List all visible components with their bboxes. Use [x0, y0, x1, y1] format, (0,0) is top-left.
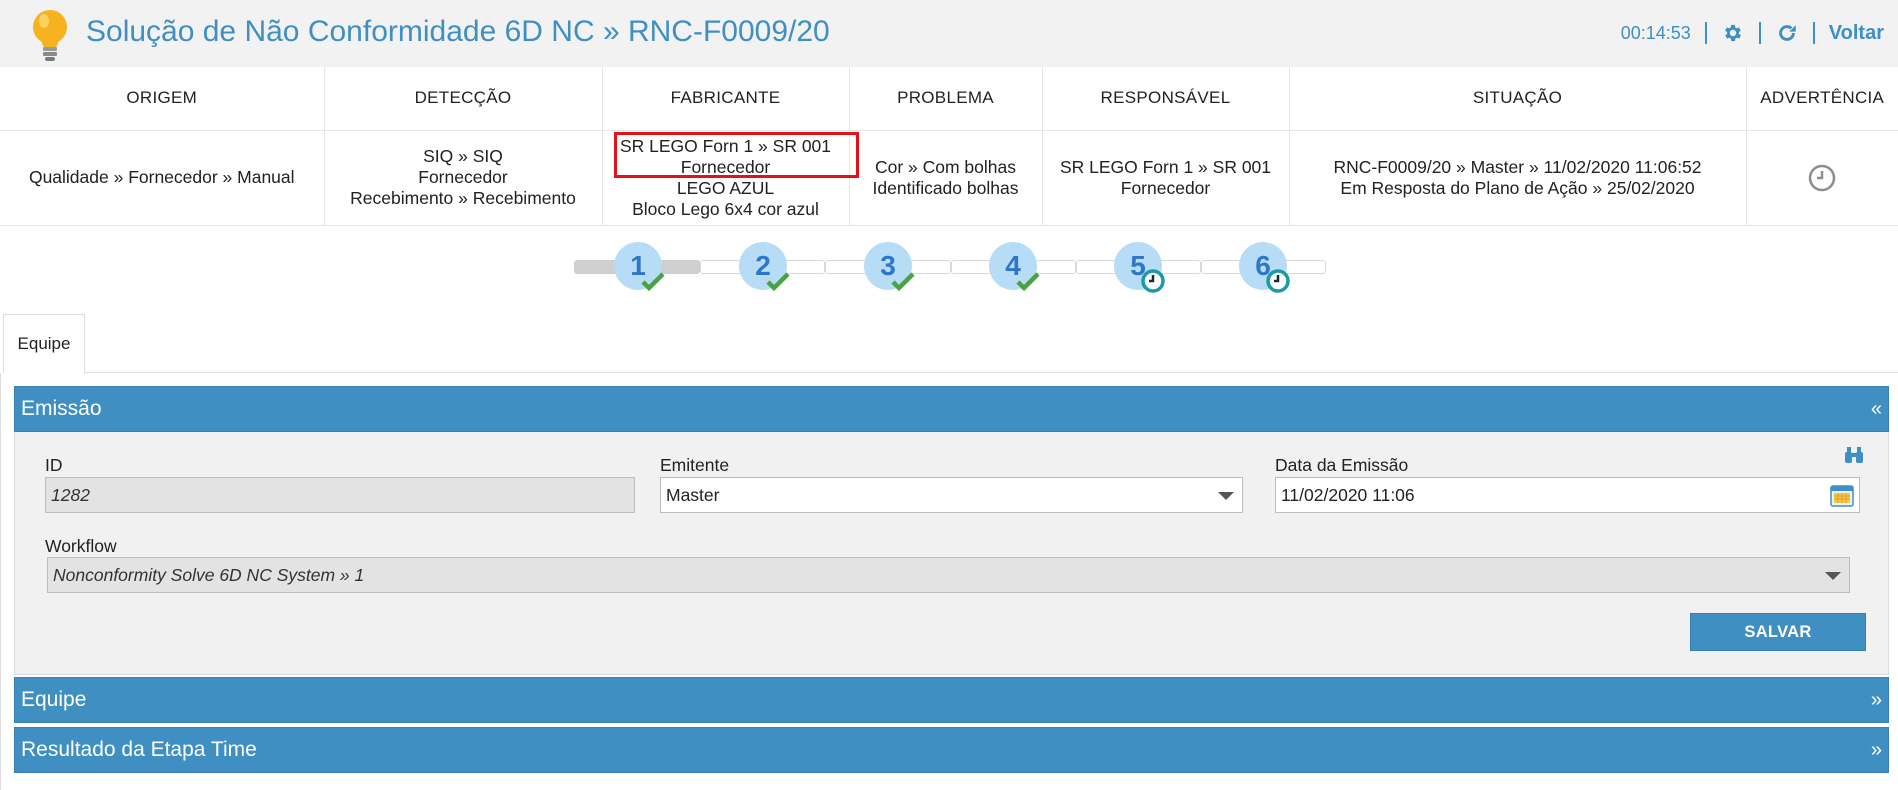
emitente-value: Master [666, 484, 720, 505]
clock-icon [1141, 269, 1165, 293]
panel-resultado-header[interactable]: Resultado da Etapa Time » [14, 727, 1889, 773]
panel-emissao: Emissão « ID 1282 Emitente Master Data d… [14, 386, 1889, 675]
refresh-icon [1778, 25, 1796, 41]
back-link[interactable]: Voltar [1829, 22, 1884, 45]
cell-deteccao: SIQ » SIQ Fornecedor Recebimento » Receb… [324, 130, 603, 226]
step-2[interactable]: 2 [739, 242, 790, 292]
table-row: Qualidade » Fornecedor » Manual SIQ » SI… [0, 130, 1898, 226]
cell-text: Cor » Com bolhas [874, 156, 1017, 177]
data-emissao-field[interactable]: 11/02/2020 11:06 [1275, 477, 1860, 513]
clock-icon [1809, 164, 1836, 191]
session-timer: 00:14:53 [1620, 22, 1691, 43]
cell-text: RNC-F0009/20 » Master » 11/02/2020 11:06… [1333, 156, 1702, 177]
step-6[interactable]: 6 [1239, 242, 1290, 293]
cell-problema: Cor » Com bolhas Identificado bolhas [849, 130, 1043, 226]
expand-icon: » [1870, 688, 1882, 711]
step-4[interactable]: 4 [989, 242, 1040, 292]
cell-text: Fornecedor [418, 167, 508, 187]
panel-title: Resultado da Etapa Time [21, 738, 257, 761]
panel-equipe: Equipe » [14, 677, 1889, 723]
expand-icon: » [1870, 738, 1882, 761]
cell-text: Qualidade » Fornecedor » Manual [28, 167, 295, 187]
cell-fabricante: SR LEGO Forn 1 » SR 001 Fornecedor LEGO … [602, 130, 859, 226]
col-header-problema: PROBLEMA [849, 67, 1043, 131]
divider [1704, 22, 1707, 44]
col-header-fabricante: FABRICANTE [602, 67, 850, 131]
cell-origem: Qualidade » Fornecedor » Manual [0, 130, 325, 226]
cell-responsavel: SR LEGO Forn 1 » SR 001 Fornecedor [1042, 130, 1290, 226]
tab-equipe[interactable]: Equipe [3, 314, 85, 373]
check-icon [1016, 272, 1040, 292]
id-field[interactable]: 1282 [45, 477, 635, 513]
cell-text: SIQ » SIQ [423, 146, 503, 166]
refresh-button[interactable] [1775, 21, 1799, 45]
cell-text: Fornecedor [680, 156, 771, 177]
panel-equipe-header[interactable]: Equipe » [14, 677, 1889, 723]
check-icon [641, 272, 665, 292]
table-header-row: ORIGEM DETECÇÃO FABRICANTE PROBLEMA RESP… [0, 67, 1898, 131]
chevron-down-icon [1825, 572, 1841, 580]
col-header-advertencia: ADVERTÊNCIA [1746, 67, 1898, 131]
col-header-responsavel: RESPONSÁVEL [1042, 67, 1290, 131]
step-1[interactable]: 1 [614, 242, 665, 292]
check-icon [891, 272, 915, 292]
divider [1812, 22, 1815, 44]
calendar-icon[interactable] [1830, 484, 1854, 508]
col-header-deteccao: DETECÇÃO [324, 67, 603, 131]
emitente-select[interactable]: Master [660, 477, 1243, 513]
col-header-origem: ORIGEM [0, 67, 325, 131]
data-emissao-value: 11/02/2020 11:06 [1281, 484, 1415, 505]
cell-text: SR LEGO Forn 1 » SR 001 [619, 135, 832, 156]
save-button[interactable]: SALVAR [1690, 613, 1866, 651]
panel-title: Emissão [21, 397, 102, 420]
panel-emissao-body: ID 1282 Emitente Master Data da Emissão … [14, 432, 1889, 675]
cell-situacao: RNC-F0009/20 » Master » 11/02/2020 11:06… [1289, 130, 1747, 226]
cell-text: Identificado bolhas [872, 177, 1019, 198]
chevron-down-icon [1218, 492, 1234, 500]
collapse-icon: « [1870, 397, 1882, 420]
nc-summary-table: ORIGEM DETECÇÃO FABRICANTE PROBLEMA RESP… [0, 67, 1898, 226]
data-emissao-label: Data da Emissão [1275, 455, 1409, 475]
cell-text: LEGO AZUL [676, 177, 775, 198]
lightbulb-icon [33, 10, 67, 61]
cell-text: SR LEGO Forn 1 » SR 001 [1059, 156, 1272, 177]
cell-text: Bloco Lego 6x4 cor azul [632, 198, 819, 219]
cell-text: Em Resposta do Plano de Ação » 25/02/202… [1340, 177, 1695, 198]
workflow-value: Nonconformity Solve 6D NC System » 1 [53, 564, 365, 585]
gear-icon [1724, 24, 1741, 42]
cell-text: Fornecedor [1120, 177, 1211, 198]
emitente-label: Emitente [660, 455, 730, 475]
workflow-label: Workflow [45, 536, 117, 556]
panel-resultado: Resultado da Etapa Time » [14, 727, 1889, 773]
check-icon [766, 272, 790, 292]
cell-text: Recebimento » Recebimento [350, 188, 576, 208]
cell-advertencia [1746, 130, 1898, 226]
id-label: ID [45, 455, 63, 475]
settings-button[interactable] [1721, 21, 1745, 45]
step-3[interactable]: 3 [864, 242, 915, 292]
col-header-situacao: SITUAÇÃO [1289, 67, 1747, 131]
workflow-stepper: 1 2 3 4 5 6 [574, 242, 1326, 302]
panel-emissao-header[interactable]: Emissão « [14, 386, 1889, 432]
panel-title: Equipe [21, 688, 87, 711]
workflow-select[interactable]: Nonconformity Solve 6D NC System » 1 [47, 557, 1850, 593]
binoculars-icon[interactable] [1843, 444, 1865, 466]
page-header: Solução de Não Conformidade 6D NC » RNC-… [0, 0, 1898, 67]
clock-icon [1266, 269, 1290, 293]
page-title: Solução de Não Conformidade 6D NC » RNC-… [86, 15, 830, 48]
divider [1758, 22, 1761, 44]
step-5[interactable]: 5 [1114, 242, 1165, 293]
